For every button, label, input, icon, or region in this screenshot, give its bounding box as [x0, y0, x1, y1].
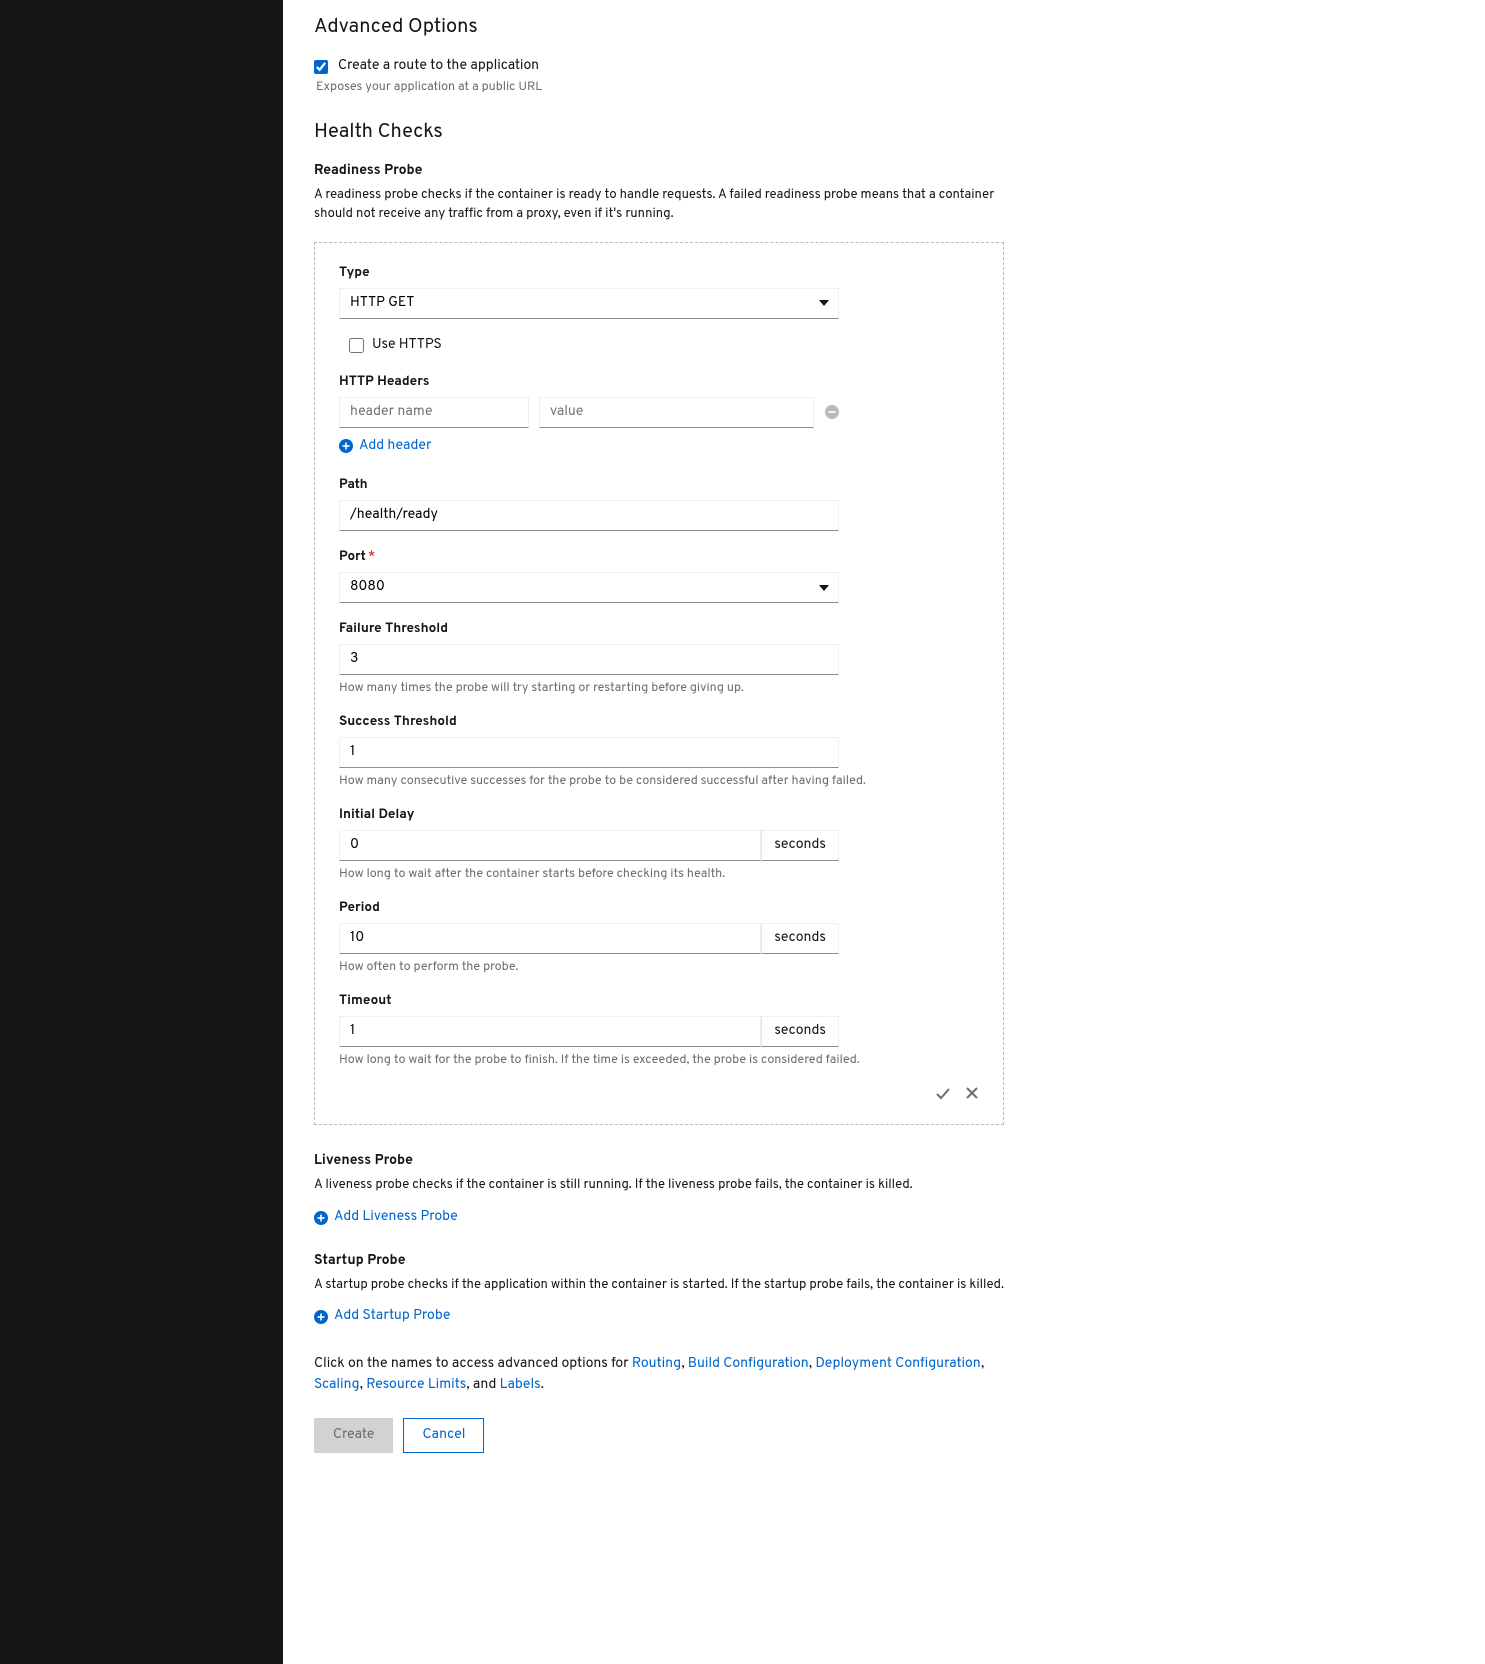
footer-links: Click on the names to access advanced op…: [314, 1354, 1007, 1396]
success-threshold-help: How many consecutive successes for the p…: [339, 773, 979, 789]
initial-delay-label: Initial Delay: [339, 807, 979, 824]
failure-threshold-help: How many times the probe will try starti…: [339, 680, 979, 696]
footer-prefix: Click on the names to access advanced op…: [314, 1356, 632, 1373]
build-config-link[interactable]: Build Configuration: [688, 1356, 809, 1373]
main-content: Advanced Options Create a route to the a…: [283, 0, 1043, 1664]
check-icon[interactable]: [935, 1086, 951, 1108]
plus-circle-icon: [339, 439, 353, 453]
readiness-description: A readiness probe checks if the containe…: [314, 186, 1004, 224]
http-headers-label: HTTP Headers: [339, 374, 979, 391]
minus-circle-icon[interactable]: [824, 404, 840, 420]
scaling-link[interactable]: Scaling: [314, 1377, 360, 1394]
header-value-input[interactable]: [539, 397, 814, 428]
seconds-addon: seconds: [761, 923, 839, 954]
use-https-label[interactable]: Use HTTPS: [372, 337, 442, 354]
success-threshold-input[interactable]: [339, 737, 839, 768]
startup-heading: Startup Probe: [314, 1253, 1007, 1270]
period-label: Period: [339, 900, 979, 917]
create-button[interactable]: Create: [314, 1418, 393, 1453]
path-label: Path: [339, 477, 979, 494]
liveness-probe-section: Liveness Probe A liveness probe checks i…: [314, 1153, 1007, 1230]
path-input[interactable]: [339, 500, 839, 531]
port-select[interactable]: 8080: [339, 572, 839, 603]
timeout-label: Timeout: [339, 993, 979, 1010]
readiness-probe-section: Readiness Probe A readiness probe checks…: [314, 163, 1007, 1125]
advanced-options-title: Advanced Options: [314, 14, 1007, 40]
resource-limits-link[interactable]: Resource Limits: [366, 1377, 466, 1394]
period-input[interactable]: [339, 923, 761, 954]
type-select[interactable]: HTTP GET: [339, 288, 839, 319]
timeout-help: How long to wait for the probe to finish…: [339, 1052, 979, 1068]
readiness-heading: Readiness Probe: [314, 163, 1007, 180]
sidebar-nav: [0, 0, 283, 1664]
liveness-heading: Liveness Probe: [314, 1153, 1007, 1170]
readiness-probe-form: Type HTTP GET Use HTTPS: [314, 242, 1004, 1126]
initial-delay-input[interactable]: [339, 830, 761, 861]
initial-delay-help: How long to wait after the container sta…: [339, 866, 979, 882]
cancel-button[interactable]: Cancel: [403, 1418, 484, 1453]
failure-threshold-input[interactable]: [339, 644, 839, 675]
success-threshold-label: Success Threshold: [339, 714, 979, 731]
create-route-help: Exposes your application at a public URL: [316, 79, 1007, 95]
timeout-input[interactable]: [339, 1016, 761, 1047]
startup-description: A startup probe checks if the applicatio…: [314, 1276, 1004, 1295]
create-route-checkbox[interactable]: [314, 60, 328, 74]
add-startup-label: Add Startup Probe: [334, 1308, 450, 1325]
plus-circle-icon: [314, 1310, 328, 1324]
routing-link[interactable]: Routing: [632, 1356, 681, 1373]
health-checks-title: Health Checks: [314, 119, 1007, 145]
create-route-label[interactable]: Create a route to the application: [338, 58, 539, 75]
add-liveness-button[interactable]: Add Liveness Probe: [314, 1209, 458, 1226]
use-https-checkbox[interactable]: [349, 338, 364, 353]
liveness-description: A liveness probe checks if the container…: [314, 1176, 1004, 1195]
seconds-addon: seconds: [761, 830, 839, 861]
period-help: How often to perform the probe.: [339, 959, 979, 975]
plus-circle-icon: [314, 1211, 328, 1225]
type-label: Type: [339, 265, 979, 282]
failure-threshold-label: Failure Threshold: [339, 621, 979, 638]
add-liveness-label: Add Liveness Probe: [334, 1209, 458, 1226]
seconds-addon: seconds: [761, 1016, 839, 1047]
add-startup-button[interactable]: Add Startup Probe: [314, 1308, 450, 1325]
labels-link[interactable]: Labels: [500, 1377, 541, 1394]
header-name-input[interactable]: [339, 397, 529, 428]
add-header-label: Add header: [359, 438, 432, 455]
create-route-checkbox-row: Create a route to the application: [314, 58, 1007, 75]
startup-probe-section: Startup Probe A startup probe checks if …: [314, 1253, 1007, 1330]
close-icon[interactable]: [965, 1086, 979, 1108]
deployment-config-link[interactable]: Deployment Configuration: [815, 1356, 981, 1373]
port-label: Port*: [339, 549, 979, 566]
add-header-button[interactable]: Add header: [339, 438, 432, 455]
